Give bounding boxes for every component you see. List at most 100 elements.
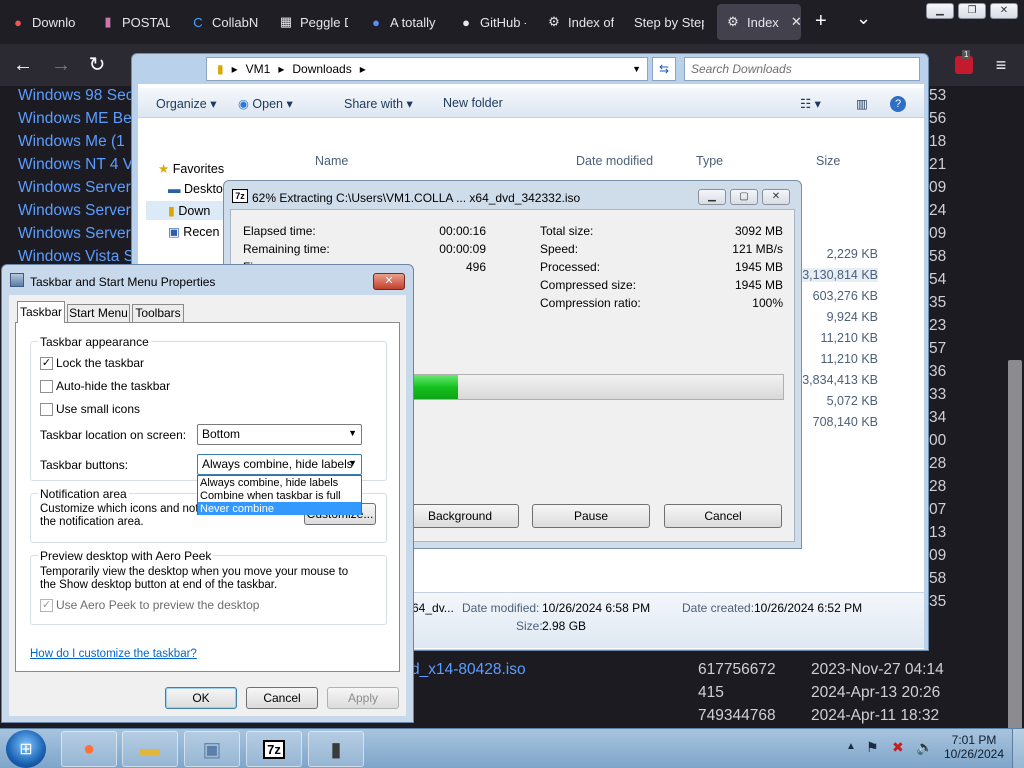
taskbar-props[interactable]: ▮	[308, 731, 364, 767]
volume-icon[interactable]: 🔈	[916, 739, 933, 756]
peggle-icon: ▦	[279, 14, 293, 29]
column-name[interactable]: Name	[315, 154, 348, 168]
maximize-button[interactable]: ❐	[958, 3, 986, 19]
tab-github[interactable]: ● GitHub -	[458, 4, 526, 40]
dialog-close-button[interactable]: ✕	[762, 189, 790, 205]
share-with-button[interactable]: Share with ▾	[344, 96, 413, 111]
taskbar-network[interactable]: ▣	[184, 731, 240, 767]
tab-peggle[interactable]: ▦Peggle D	[278, 4, 348, 40]
remaining-label: Remaining time:	[243, 242, 330, 256]
organize-button[interactable]: Organize ▾	[156, 96, 216, 111]
column-type[interactable]: Type	[696, 154, 723, 168]
autohide-checkbox[interactable]	[40, 380, 53, 393]
list-number: 07	[929, 501, 947, 518]
list-item[interactable]: Windows Me (1	[18, 133, 125, 151]
total-size-value: 3092 MB	[734, 224, 783, 238]
nav-favorites[interactable]: ★ Favorites	[158, 161, 224, 176]
breadcrumb-vm1[interactable]: VM1	[246, 62, 271, 76]
start-button[interactable]: ⊞	[6, 730, 46, 768]
search-input[interactable]: Search Downloads	[684, 57, 920, 81]
list-item[interactable]: Windows Server	[18, 225, 131, 243]
show-desktop-button[interactable]	[1012, 729, 1024, 768]
dialog-close-button[interactable]: ✕	[373, 273, 405, 290]
close-tab-icon[interactable]: ✕	[791, 14, 801, 30]
cancel-button[interactable]: Cancel	[246, 687, 318, 709]
tab-downloads[interactable]: ● Downlo	[10, 4, 80, 40]
list-number: 36	[929, 363, 947, 380]
apply-button[interactable]: Apply	[327, 687, 399, 709]
column-size[interactable]: Size	[816, 154, 840, 168]
aero-peek-checkbox[interactable]: ✓	[40, 599, 53, 612]
chevron-down-icon[interactable]: ▼	[632, 64, 641, 74]
dialog-minimize-button[interactable]: ▁	[698, 189, 726, 205]
cancel-button[interactable]: Cancel	[664, 504, 782, 528]
taskbar-explorer[interactable]: ▬	[122, 731, 178, 767]
taskbar-firefox[interactable]: ●	[61, 731, 117, 767]
processed-value: 1945 MB	[734, 260, 783, 274]
dropdown-option[interactable]: Always combine, hide labels	[198, 476, 361, 489]
list-item[interactable]: Windows ME Be	[18, 110, 132, 128]
close-button[interactable]: ✕	[990, 3, 1018, 19]
list-item[interactable]: Windows Server	[18, 179, 131, 197]
collab-icon: C	[193, 14, 203, 30]
index-icon: ⚙	[548, 14, 560, 29]
list-item[interactable]: Windows 98 Sec	[18, 87, 133, 105]
autohide-label: Auto-hide the taskbar	[56, 379, 171, 393]
tab-index-of[interactable]: ⚙ Index of	[546, 4, 614, 40]
network-status-icon[interactable]: ✖	[892, 739, 904, 756]
nav-downloads[interactable]: ▮ Down	[146, 201, 226, 220]
list-item[interactable]: Windows NT 4 V	[18, 156, 133, 174]
compressed-value: 1945 MB	[734, 278, 783, 292]
new-folder-button[interactable]: New folder	[443, 96, 503, 110]
breadcrumb-downloads[interactable]: Downloads	[292, 62, 351, 76]
tab-start-menu[interactable]: Start Menu	[67, 304, 130, 323]
tab-step-by-step[interactable]: Step by Step	[634, 4, 704, 40]
view-icon[interactable]: ☷ ▾	[800, 96, 821, 111]
browser-tab-bar: ●Downlo ▮POSTAL CCollabN ▦Peggle D ●A to…	[0, 0, 1024, 44]
details-size-label: Size:	[516, 619, 543, 633]
open-button[interactable]: ◉ Open ▾	[238, 96, 293, 111]
menu-icon[interactable]: ≡	[990, 54, 1012, 76]
tab-list-button[interactable]: ⌄	[856, 8, 871, 29]
buttons-select[interactable]: Always combine, hide labels ▼	[197, 454, 362, 475]
forward-icon[interactable]: →	[50, 54, 72, 76]
tab-totally[interactable]: ● A totally	[368, 4, 438, 40]
index-active-icon: ⚙	[727, 14, 739, 29]
clock[interactable]: 7:01 PM 10/26/2024	[940, 733, 1008, 761]
nav-desktop[interactable]: ▬ Deskto	[168, 182, 223, 196]
background-button[interactable]: Background	[401, 504, 519, 528]
ok-button[interactable]: OK	[165, 687, 237, 709]
nav-recent[interactable]: ▣ Recen	[168, 224, 219, 239]
dialog-maximize-button[interactable]: ▢	[730, 189, 758, 205]
show-hidden-icons[interactable]: ▲	[846, 741, 856, 752]
clock-time: 7:01 PM	[951, 733, 997, 747]
tab-toolbars[interactable]: Toolbars	[132, 304, 184, 323]
dropdown-option-selected[interactable]: Never combine	[198, 502, 361, 515]
action-center-icon[interactable]: ⚑	[866, 739, 879, 756]
back-icon[interactable]: ←	[12, 54, 34, 76]
refresh-icon[interactable]: ⇆	[652, 57, 676, 81]
pause-button[interactable]: Pause	[532, 504, 650, 528]
reload-icon[interactable]: ↻	[86, 54, 108, 76]
preview-pane-icon[interactable]: ▥	[856, 96, 868, 111]
dropdown-option[interactable]: Combine when taskbar is full	[198, 489, 361, 502]
location-select[interactable]: Bottom ▼	[197, 424, 362, 445]
taskbar-7zip[interactable]: 7z	[246, 731, 302, 767]
help-link[interactable]: How do I customize the taskbar?	[30, 648, 197, 660]
folder-icon: ▮	[217, 62, 224, 76]
tab-collab[interactable]: C CollabN	[190, 4, 258, 40]
help-icon[interactable]: ?	[890, 96, 906, 112]
page-scrollbar[interactable]	[1008, 360, 1022, 730]
tab-taskbar[interactable]: Taskbar	[17, 301, 65, 323]
address-bar[interactable]: ▮ ▸ VM1 ▸ Downloads ▸ ▼	[206, 57, 648, 81]
tab-index-active[interactable]: ⚙ Index ✕	[717, 4, 801, 40]
peek-text: Temporarily view the desktop when you mo…	[40, 566, 349, 591]
new-tab-button[interactable]: +	[815, 10, 827, 33]
small-icons-checkbox[interactable]	[40, 403, 53, 416]
list-item[interactable]: d_x14-80428.iso	[411, 661, 526, 679]
list-item[interactable]: Windows Server	[18, 202, 131, 220]
minimize-button[interactable]: ▁	[926, 3, 954, 19]
lock-taskbar-checkbox[interactable]: ✓	[40, 357, 53, 370]
column-date-modified[interactable]: Date modified	[576, 154, 653, 168]
tab-postal[interactable]: ▮ POSTAL	[100, 4, 170, 40]
